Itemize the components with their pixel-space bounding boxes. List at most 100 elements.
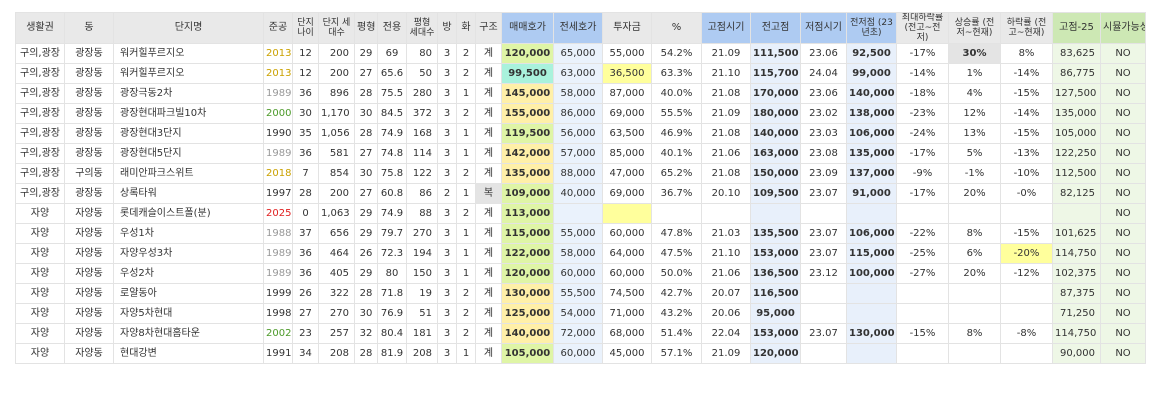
cell-low-time[interactable]: 23.06 <box>800 83 847 104</box>
cell-jeonse-price[interactable]: 60,000 <box>553 343 603 364</box>
cell-dong[interactable]: 광장동 <box>64 83 114 104</box>
header-cell[interactable]: 단지 세대수 <box>318 12 355 44</box>
cell-investment[interactable]: 74,500 <box>602 283 652 304</box>
header-cell[interactable]: 최대하락률 (전고~전저) <box>896 12 949 44</box>
cell-max-drop[interactable] <box>896 283 949 304</box>
cell-max-drop[interactable]: -17% <box>896 183 949 204</box>
cell-age[interactable]: 36 <box>292 263 319 284</box>
cell-exclusive-area[interactable]: 60.8 <box>377 183 407 204</box>
cell-peak-price[interactable]: 116,500 <box>750 283 801 304</box>
cell-rise-rate[interactable] <box>948 283 1001 304</box>
cell-structure[interactable]: 계 <box>475 283 502 304</box>
cell-rooms[interactable]: 3 <box>437 123 457 144</box>
header-cell[interactable]: 투자금 <box>602 12 652 44</box>
cell-low-price[interactable] <box>846 303 897 324</box>
cell-peak-price[interactable] <box>750 203 801 224</box>
cell-exclusive-area[interactable]: 80 <box>377 263 407 284</box>
cell-rise-rate[interactable]: 5% <box>948 143 1001 164</box>
cell-completion-year[interactable]: 2000 <box>263 103 293 124</box>
cell-investment[interactable]: 87,000 <box>602 83 652 104</box>
cell-peak-time[interactable]: 21.08 <box>701 83 751 104</box>
cell-drop-rate[interactable]: -10% <box>1000 163 1053 184</box>
cell-sale-price[interactable]: 119,500 <box>501 123 554 144</box>
cell-peak-time[interactable]: 21.06 <box>701 263 751 284</box>
cell-exclusive-area[interactable]: 84.5 <box>377 103 407 124</box>
cell-rooms[interactable]: 3 <box>437 323 457 344</box>
cell-max-drop[interactable]: -22% <box>896 223 949 244</box>
cell-baths[interactable]: 1 <box>456 143 476 164</box>
cell-pyeong[interactable]: 30 <box>354 163 378 184</box>
cell-peak-minus-25[interactable] <box>1052 203 1101 224</box>
cell-rise-rate[interactable]: 1% <box>948 63 1001 84</box>
cell-low-time[interactable]: 24.04 <box>800 63 847 84</box>
cell-dong[interactable]: 자양동 <box>64 303 114 324</box>
cell-sim-possibility[interactable]: NO <box>1100 183 1146 204</box>
cell-rooms[interactable]: 3 <box>437 303 457 324</box>
cell-investment[interactable]: 60,000 <box>602 223 652 244</box>
cell-pyeong-units[interactable]: 88 <box>406 203 438 224</box>
cell-sale-price[interactable]: 142,000 <box>501 143 554 164</box>
cell-total-units[interactable]: 200 <box>318 183 355 204</box>
cell-dong[interactable]: 자양동 <box>64 283 114 304</box>
cell-low-time[interactable] <box>800 283 847 304</box>
cell-sim-possibility[interactable]: NO <box>1100 83 1146 104</box>
cell-age[interactable]: 30 <box>292 103 319 124</box>
cell-ratio[interactable]: 57.1% <box>651 343 702 364</box>
header-cell[interactable]: 전용 <box>377 12 407 44</box>
cell-drop-rate[interactable]: 8% <box>1000 43 1053 64</box>
cell-peak-time[interactable]: 22.04 <box>701 323 751 344</box>
cell-low-time[interactable] <box>800 343 847 364</box>
cell-age[interactable]: 23 <box>292 323 319 344</box>
cell-peak-minus-25[interactable]: 83,625 <box>1052 43 1101 64</box>
cell-max-drop[interactable] <box>896 203 949 224</box>
cell-jeonse-price[interactable]: 88,000 <box>553 163 603 184</box>
cell-exclusive-area[interactable]: 65.6 <box>377 63 407 84</box>
cell-pyeong-units[interactable]: 150 <box>406 263 438 284</box>
cell-baths[interactable]: 2 <box>456 63 476 84</box>
cell-investment[interactable]: 85,000 <box>602 143 652 164</box>
cell-ratio[interactable]: 40.0% <box>651 83 702 104</box>
cell-investment[interactable]: 45,000 <box>602 343 652 364</box>
cell-rise-rate[interactable] <box>948 203 1001 224</box>
cell-low-price[interactable]: 91,000 <box>846 183 897 204</box>
cell-low-time[interactable]: 23.07 <box>800 183 847 204</box>
cell-pyeong[interactable]: 28 <box>354 283 378 304</box>
cell-age[interactable]: 35 <box>292 123 319 144</box>
cell-structure[interactable]: 계 <box>475 303 502 324</box>
cell-total-units[interactable]: 1,170 <box>318 103 355 124</box>
header-cell[interactable]: 매매호가 <box>501 12 554 44</box>
cell-area[interactable]: 자양 <box>15 203 65 224</box>
cell-pyeong[interactable]: 29 <box>354 43 378 64</box>
cell-low-price[interactable]: 130,000 <box>846 323 897 344</box>
header-cell[interactable]: 화 <box>456 12 476 44</box>
cell-baths[interactable]: 2 <box>456 323 476 344</box>
cell-completion-year[interactable]: 1997 <box>263 183 293 204</box>
cell-structure[interactable]: 계 <box>475 263 502 284</box>
cell-jeonse-price[interactable]: 55,500 <box>553 283 603 304</box>
cell-completion-year[interactable]: 2025 <box>263 203 293 224</box>
cell-jeonse-price[interactable]: 65,000 <box>553 43 603 64</box>
cell-peak-time[interactable]: 21.08 <box>701 123 751 144</box>
cell-peak-time[interactable]: 20.06 <box>701 303 751 324</box>
cell-age[interactable]: 37 <box>292 223 319 244</box>
cell-peak-price[interactable]: 136,500 <box>750 263 801 284</box>
cell-pyeong[interactable]: 28 <box>354 83 378 104</box>
cell-pyeong-units[interactable]: 372 <box>406 103 438 124</box>
cell-rise-rate[interactable]: 20% <box>948 183 1001 204</box>
cell-sale-price[interactable]: 155,000 <box>501 103 554 124</box>
header-cell[interactable]: 방 <box>437 12 457 44</box>
cell-exclusive-area[interactable]: 74.9 <box>377 203 407 224</box>
cell-sim-possibility[interactable]: NO <box>1100 43 1146 64</box>
cell-age[interactable]: 26 <box>292 283 319 304</box>
cell-age[interactable]: 34 <box>292 343 319 364</box>
cell-investment[interactable] <box>602 203 652 224</box>
cell-peak-time[interactable]: 21.10 <box>701 243 751 264</box>
cell-pyeong-units[interactable]: 208 <box>406 343 438 364</box>
cell-dong[interactable]: 자양동 <box>64 203 114 224</box>
cell-pyeong[interactable]: 30 <box>354 103 378 124</box>
cell-peak-time[interactable]: 21.10 <box>701 63 751 84</box>
cell-age[interactable]: 36 <box>292 243 319 264</box>
cell-complex-name[interactable]: 우성1차 <box>113 223 264 244</box>
cell-pyeong-units[interactable]: 181 <box>406 323 438 344</box>
cell-low-price[interactable]: 135,000 <box>846 143 897 164</box>
